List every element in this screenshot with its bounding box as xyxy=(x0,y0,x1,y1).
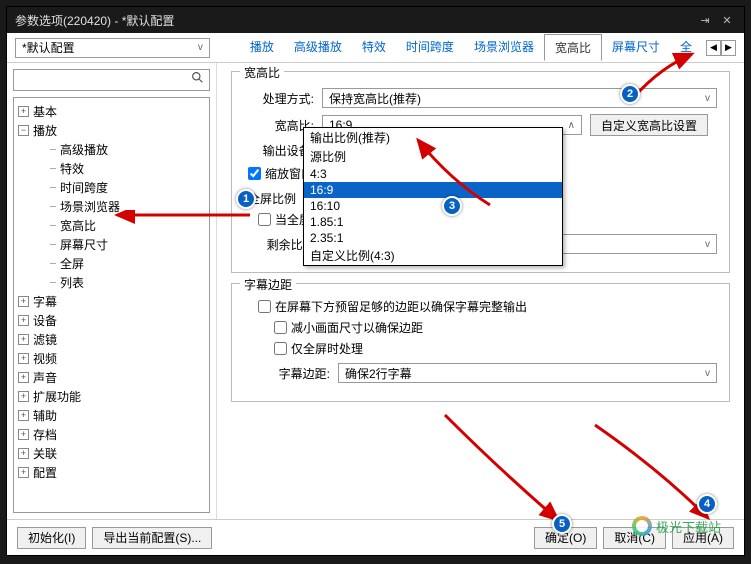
custom-ratio-button[interactable]: 自定义宽高比设置 xyxy=(590,114,708,136)
tab-scroll-right[interactable]: ▶ xyxy=(721,40,736,56)
chevron-down-icon: v xyxy=(705,239,710,250)
tree-item[interactable]: 宽高比 xyxy=(16,216,207,235)
tree-item[interactable]: 列表 xyxy=(16,273,207,292)
content-panel: 宽高比 处理方式: 保持宽高比(推荐) v 宽高比: 16:9 ∧ 自定义宽高比… xyxy=(217,63,744,519)
tree-item[interactable]: 全屏 xyxy=(16,254,207,273)
tab-播放[interactable]: 播放 xyxy=(240,34,284,61)
tree-item[interactable]: 高级播放 xyxy=(16,140,207,159)
tree-item[interactable]: +字幕 xyxy=(16,292,207,311)
close-icon[interactable]: ✕ xyxy=(718,11,736,29)
tab-特效[interactable]: 特效 xyxy=(352,34,396,61)
nav-tree[interactable]: +基本−播放高级播放特效时间跨度场景浏览器宽高比屏幕尺寸全屏列表+字幕+设备+滤… xyxy=(13,97,210,513)
sidebar: +基本−播放高级播放特效时间跨度场景浏览器宽高比屏幕尺寸全屏列表+字幕+设备+滤… xyxy=(7,63,217,519)
tab-scroll: ◀ ▶ xyxy=(706,40,736,56)
annotation-badge-4: 4 xyxy=(697,494,717,514)
tab-场景浏览器[interactable]: 场景浏览器 xyxy=(464,34,544,61)
tree-item[interactable]: +关联 xyxy=(16,444,207,463)
tree-item[interactable]: +声音 xyxy=(16,368,207,387)
tree-item[interactable]: 场景浏览器 xyxy=(16,197,207,216)
tree-item[interactable]: 特效 xyxy=(16,159,207,178)
tree-item[interactable]: +辅助 xyxy=(16,406,207,425)
watermark: 极光下载站 xyxy=(632,516,721,536)
group-aspect-legend: 宽高比 xyxy=(240,64,284,81)
tree-item[interactable]: 时间跨度 xyxy=(16,178,207,197)
watermark-logo-icon xyxy=(632,516,652,536)
ratio-option[interactable]: 自定义比例(4:3) xyxy=(304,246,562,265)
fullscreen-ratio-checkbox[interactable] xyxy=(258,213,271,226)
tree-item[interactable]: +视频 xyxy=(16,349,207,368)
tree-item[interactable]: 屏幕尺寸 xyxy=(16,235,207,254)
group-subtitle-legend: 字幕边距 xyxy=(240,276,296,293)
tree-item[interactable]: +滤镜 xyxy=(16,330,207,349)
ratio-dropdown-list[interactable]: 输出比例(推荐)源比例4:316:916:101.85:12.35:1自定义比例… xyxy=(303,127,563,266)
search-icon xyxy=(189,71,205,89)
reserve-margin-label: 在屏幕下方预留足够的边距以确保字幕完整输出 xyxy=(275,298,527,315)
export-button[interactable]: 导出当前配置(S)... xyxy=(92,527,212,549)
fullscreen-only-checkbox[interactable] xyxy=(274,342,287,355)
subtitle-margin-value: 确保2行字幕 xyxy=(345,365,412,382)
annotation-badge-2: 2 xyxy=(620,84,640,104)
config-select-value: *默认配置 xyxy=(22,39,75,56)
tree-item[interactable]: −播放 xyxy=(16,121,207,140)
chevron-down-icon: v xyxy=(198,42,203,53)
tab-时间跨度[interactable]: 时间跨度 xyxy=(396,34,464,61)
titlebar: 参数选项(220420) - *默认配置 ⇥ ✕ xyxy=(7,7,744,33)
subtitle-margin-label: 字幕边距: xyxy=(260,365,330,382)
tab-宽高比[interactable]: 宽高比 xyxy=(544,34,602,61)
topbar: *默认配置 v 播放高级播放特效时间跨度场景浏览器宽高比屏幕尺寸全 ◀ ▶ xyxy=(7,33,744,63)
tree-item[interactable]: +基本 xyxy=(16,102,207,121)
tree-item[interactable]: +设备 xyxy=(16,311,207,330)
config-select[interactable]: *默认配置 v xyxy=(15,38,210,58)
tab-高级播放[interactable]: 高级播放 xyxy=(284,34,352,61)
annotation-badge-1: 1 xyxy=(236,189,256,209)
annotation-badge-5: 5 xyxy=(552,514,572,534)
ratio-option[interactable]: 4:3 xyxy=(304,166,562,182)
ratio-option[interactable]: 1.85:1 xyxy=(304,214,562,230)
reserve-margin-checkbox[interactable] xyxy=(258,300,271,313)
subtitle-margin-select[interactable]: 确保2行字幕 v xyxy=(338,363,717,383)
shrink-frame-checkbox[interactable] xyxy=(274,321,287,334)
init-button[interactable]: 初始化(I) xyxy=(17,527,86,549)
tree-item[interactable]: +扩展功能 xyxy=(16,387,207,406)
window-title: 参数选项(220420) - *默认配置 xyxy=(15,12,174,29)
pin-icon[interactable]: ⇥ xyxy=(696,11,714,29)
tab-屏幕尺寸[interactable]: 屏幕尺寸 xyxy=(602,34,670,61)
body: +基本−播放高级播放特效时间跨度场景浏览器宽高比屏幕尺寸全屏列表+字幕+设备+滤… xyxy=(7,63,744,519)
tab-strip: 播放高级播放特效时间跨度场景浏览器宽高比屏幕尺寸全 xyxy=(240,34,702,61)
chevron-down-icon: v xyxy=(705,93,710,104)
process-select-value: 保持宽高比(推荐) xyxy=(329,90,421,107)
ratio-option[interactable]: 2.35:1 xyxy=(304,230,562,246)
ratio-option[interactable]: 源比例 xyxy=(304,147,562,166)
process-label: 处理方式: xyxy=(244,90,314,107)
search-input[interactable] xyxy=(18,73,189,87)
watermark-text: 极光下载站 xyxy=(656,517,721,536)
annotation-badge-3: 3 xyxy=(442,196,462,216)
tree-item[interactable]: +存档 xyxy=(16,425,207,444)
ratio-option[interactable]: 输出比例(推荐) xyxy=(304,128,562,147)
shrink-frame-label: 减小画面尺寸以确保边距 xyxy=(291,319,423,336)
ratio-option[interactable]: 16:10 xyxy=(304,198,562,214)
resize-window-checkbox[interactable] xyxy=(248,167,261,180)
tab-全[interactable]: 全 xyxy=(670,34,702,61)
fullscreen-only-label: 仅全屏时处理 xyxy=(291,340,363,357)
chevron-up-icon: ∧ xyxy=(568,120,575,131)
search-box[interactable] xyxy=(13,69,210,91)
tab-scroll-left[interactable]: ◀ xyxy=(706,40,721,56)
ratio-option[interactable]: 16:9 xyxy=(304,182,562,198)
process-select[interactable]: 保持宽高比(推荐) v xyxy=(322,88,717,108)
chevron-down-icon: v xyxy=(705,368,710,379)
group-subtitle-margin: 字幕边距 在屏幕下方预留足够的边距以确保字幕完整输出 减小画面尺寸以确保边距 仅… xyxy=(231,283,730,402)
tree-item[interactable]: +配置 xyxy=(16,463,207,482)
